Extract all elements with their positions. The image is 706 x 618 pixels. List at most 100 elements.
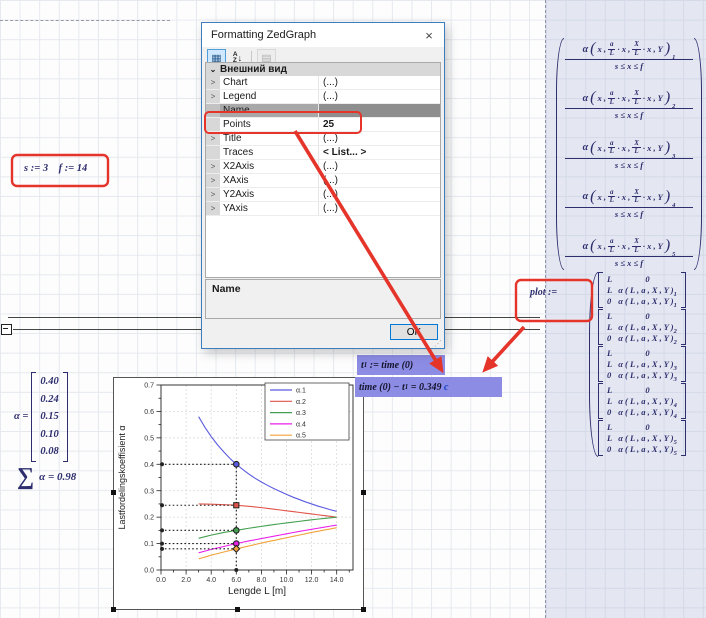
definition-s-f[interactable]: s := 3 f := 14	[24, 163, 87, 174]
property-value[interactable]: 25	[319, 118, 440, 131]
property-label: Title	[220, 132, 319, 145]
plot-matrix: L0Lα ( L , a , X , Y )40α ( L , a , X , …	[598, 383, 686, 419]
alpha-vector-region[interactable]: α = 0.400.240.150.100.08	[14, 372, 68, 462]
expander-icon[interactable]: >	[206, 160, 220, 173]
dialog-titlebar[interactable]: Formatting ZedGraph ×	[202, 23, 444, 47]
plot-matrix: L0Lα ( L , a , X , Y )10α ( L , a , X , …	[598, 272, 686, 308]
property-row-points[interactable]: Points25	[206, 118, 440, 132]
selection-handle-bottom-mid[interactable]	[235, 607, 240, 612]
property-label: Traces	[220, 146, 319, 159]
property-value[interactable]: (...)	[319, 160, 440, 173]
alpha-conditional-block: α(x ,aL· x ,XL· x , Y)1s ≤ x ≤ f	[565, 40, 693, 71]
property-row-legend[interactable]: >Legend(...)	[206, 90, 440, 104]
collapse-chevron-icon[interactable]: ⌄	[206, 63, 220, 76]
property-label: YAxis	[220, 202, 319, 215]
svg-text:0.0: 0.0	[156, 577, 166, 584]
property-row-title[interactable]: >Title(...)	[206, 132, 440, 146]
plot-matrix: L0Lα ( L , a , X , Y )30α ( L , a , X , …	[598, 346, 686, 382]
property-value[interactable]: < List... >	[319, 146, 440, 159]
property-row-x2axis[interactable]: >X2Axis(...)	[206, 160, 440, 174]
expander-icon[interactable]: >	[206, 202, 220, 215]
property-row-xaxis[interactable]: >XAxis(...)	[206, 174, 440, 188]
expander-icon[interactable]: >	[206, 76, 220, 89]
svg-text:Lengde L [m]: Lengde L [m]	[228, 586, 286, 597]
sum-alpha-region[interactable]: ∑ α = 0.98	[17, 464, 76, 490]
property-value[interactable]: (...)	[319, 188, 440, 201]
svg-text:8.0: 8.0	[257, 577, 267, 584]
alpha-conditional-block: α(x ,aL· x ,XL· x , Y)3s ≤ x ≤ f	[565, 139, 693, 170]
category-row-appearance[interactable]: ⌄ Внешний вид	[206, 63, 440, 76]
alpha-conditional-vector[interactable]: α(x ,aL· x ,XL· x , Y)1s ≤ x ≤ f α(x ,aL·…	[556, 38, 702, 270]
property-row-name[interactable]: Name	[206, 104, 440, 118]
svg-text:α.2: α.2	[296, 399, 306, 406]
sigma-symbol: ∑	[17, 464, 34, 490]
property-value[interactable]	[319, 104, 440, 117]
plot-matrix-stack[interactable]: L0Lα ( L , a , X , Y )10α ( L , a , X , …	[589, 272, 686, 457]
zedgraph-chart[interactable]: 0.02.04.06.08.010.012.014.00.00.10.20.30…	[113, 377, 364, 610]
big-paren-left	[556, 38, 564, 270]
description-title: Name	[212, 283, 241, 295]
property-value[interactable]: (...)	[319, 76, 440, 89]
alpha-label: α =	[14, 411, 28, 422]
property-grid: ⌄ Внешний вид >Chart(...)>Legend(...)Nam…	[205, 62, 441, 278]
plot-vector-paren	[589, 272, 598, 457]
alpha-value: 0.08	[40, 443, 58, 461]
property-row-yaxis[interactable]: >YAxis(...)	[206, 202, 440, 216]
time-assignment-expression[interactable]: t1 := time (0)	[357, 355, 445, 375]
property-row-chart[interactable]: >Chart(...)	[206, 76, 440, 90]
property-value[interactable]: (...)	[319, 202, 440, 215]
svg-text:10.0: 10.0	[280, 577, 294, 584]
time2-pre: time (0) − t	[359, 382, 405, 393]
worksheet: α(x ,aL· x ,XL· x , Y)1s ≤ x ≤ f α(x ,aL·…	[0, 0, 706, 618]
time-elapsed-expression[interactable]: time (0) − t1 = 0.349 c	[355, 377, 502, 397]
selection-handle-left[interactable]	[111, 490, 116, 495]
expander-icon[interactable]: >	[206, 132, 220, 145]
property-value[interactable]: (...)	[319, 174, 440, 187]
svg-text:0.7: 0.7	[144, 383, 154, 390]
property-value[interactable]: (...)	[319, 90, 440, 103]
svg-text:Lastfordelingskoeffisient α: Lastfordelingskoeffisient α	[117, 425, 127, 529]
ok-button[interactable]: OK	[390, 324, 438, 340]
svg-text:0.2: 0.2	[144, 515, 154, 522]
selection-handle-right[interactable]	[361, 490, 366, 495]
svg-text:0.4: 0.4	[144, 462, 154, 469]
alpha-value: 0.24	[40, 391, 58, 409]
category-label: Внешний вид	[220, 63, 287, 76]
property-rows: >Chart(...)>Legend(...)NamePoints25>Titl…	[206, 76, 440, 216]
expander-icon[interactable]: >	[206, 188, 220, 201]
svg-text:0.1: 0.1	[144, 541, 154, 548]
alpha-values: 0.400.240.150.100.08	[36, 372, 62, 462]
property-label: Points	[220, 118, 319, 131]
alpha-conditional-block: α(x ,aL· x ,XL· x , Y)5s ≤ x ≤ f	[565, 237, 693, 268]
selection-handle-bottom-right[interactable]	[361, 607, 366, 612]
selection-handle-bottom-left[interactable]	[111, 607, 116, 612]
expander-icon[interactable]: >	[206, 174, 220, 187]
close-icon[interactable]: ×	[414, 28, 444, 43]
row-margin	[206, 104, 220, 117]
svg-text:0.6: 0.6	[144, 409, 154, 416]
alpha-value: 0.40	[40, 373, 58, 391]
time2-post: = 0.349	[408, 382, 444, 393]
plot-matrix: L0Lα ( L , a , X , Y )50α ( L , a , X , …	[598, 420, 686, 456]
property-row-y2axis[interactable]: >Y2Axis(...)	[206, 188, 440, 202]
property-row-traces[interactable]: Traces< List... >	[206, 146, 440, 160]
property-value[interactable]: (...)	[319, 132, 440, 145]
chart-canvas: 0.02.04.06.08.010.012.014.00.00.10.20.30…	[114, 378, 361, 607]
expander-icon[interactable]: >	[206, 90, 220, 103]
time-unit: c	[444, 382, 448, 393]
svg-text:4.0: 4.0	[206, 577, 216, 584]
svg-text:6.0: 6.0	[231, 577, 241, 584]
svg-text:0.3: 0.3	[144, 488, 154, 495]
plot-matrices: L0Lα ( L , a , X , Y )10α ( L , a , X , …	[598, 272, 686, 457]
property-label: XAxis	[220, 174, 319, 187]
svg-text:α.3: α.3	[296, 410, 306, 417]
resize-grip[interactable]: ⋰	[434, 339, 442, 348]
property-label: X2Axis	[220, 160, 319, 173]
property-label: Name	[220, 104, 319, 117]
formatting-zedgraph-dialog: Formatting ZedGraph × ▦ AZ↓ ▤ ⌄ Внешний …	[201, 22, 445, 349]
separator-handle[interactable]	[1, 324, 12, 335]
row-margin	[206, 118, 220, 131]
plot-definition-label[interactable]: plot :=	[530, 287, 560, 298]
right-page-region: α(x ,aL· x ,XL· x , Y)1s ≤ x ≤ f α(x ,aL·…	[545, 0, 706, 618]
svg-text:2.0: 2.0	[181, 577, 191, 584]
